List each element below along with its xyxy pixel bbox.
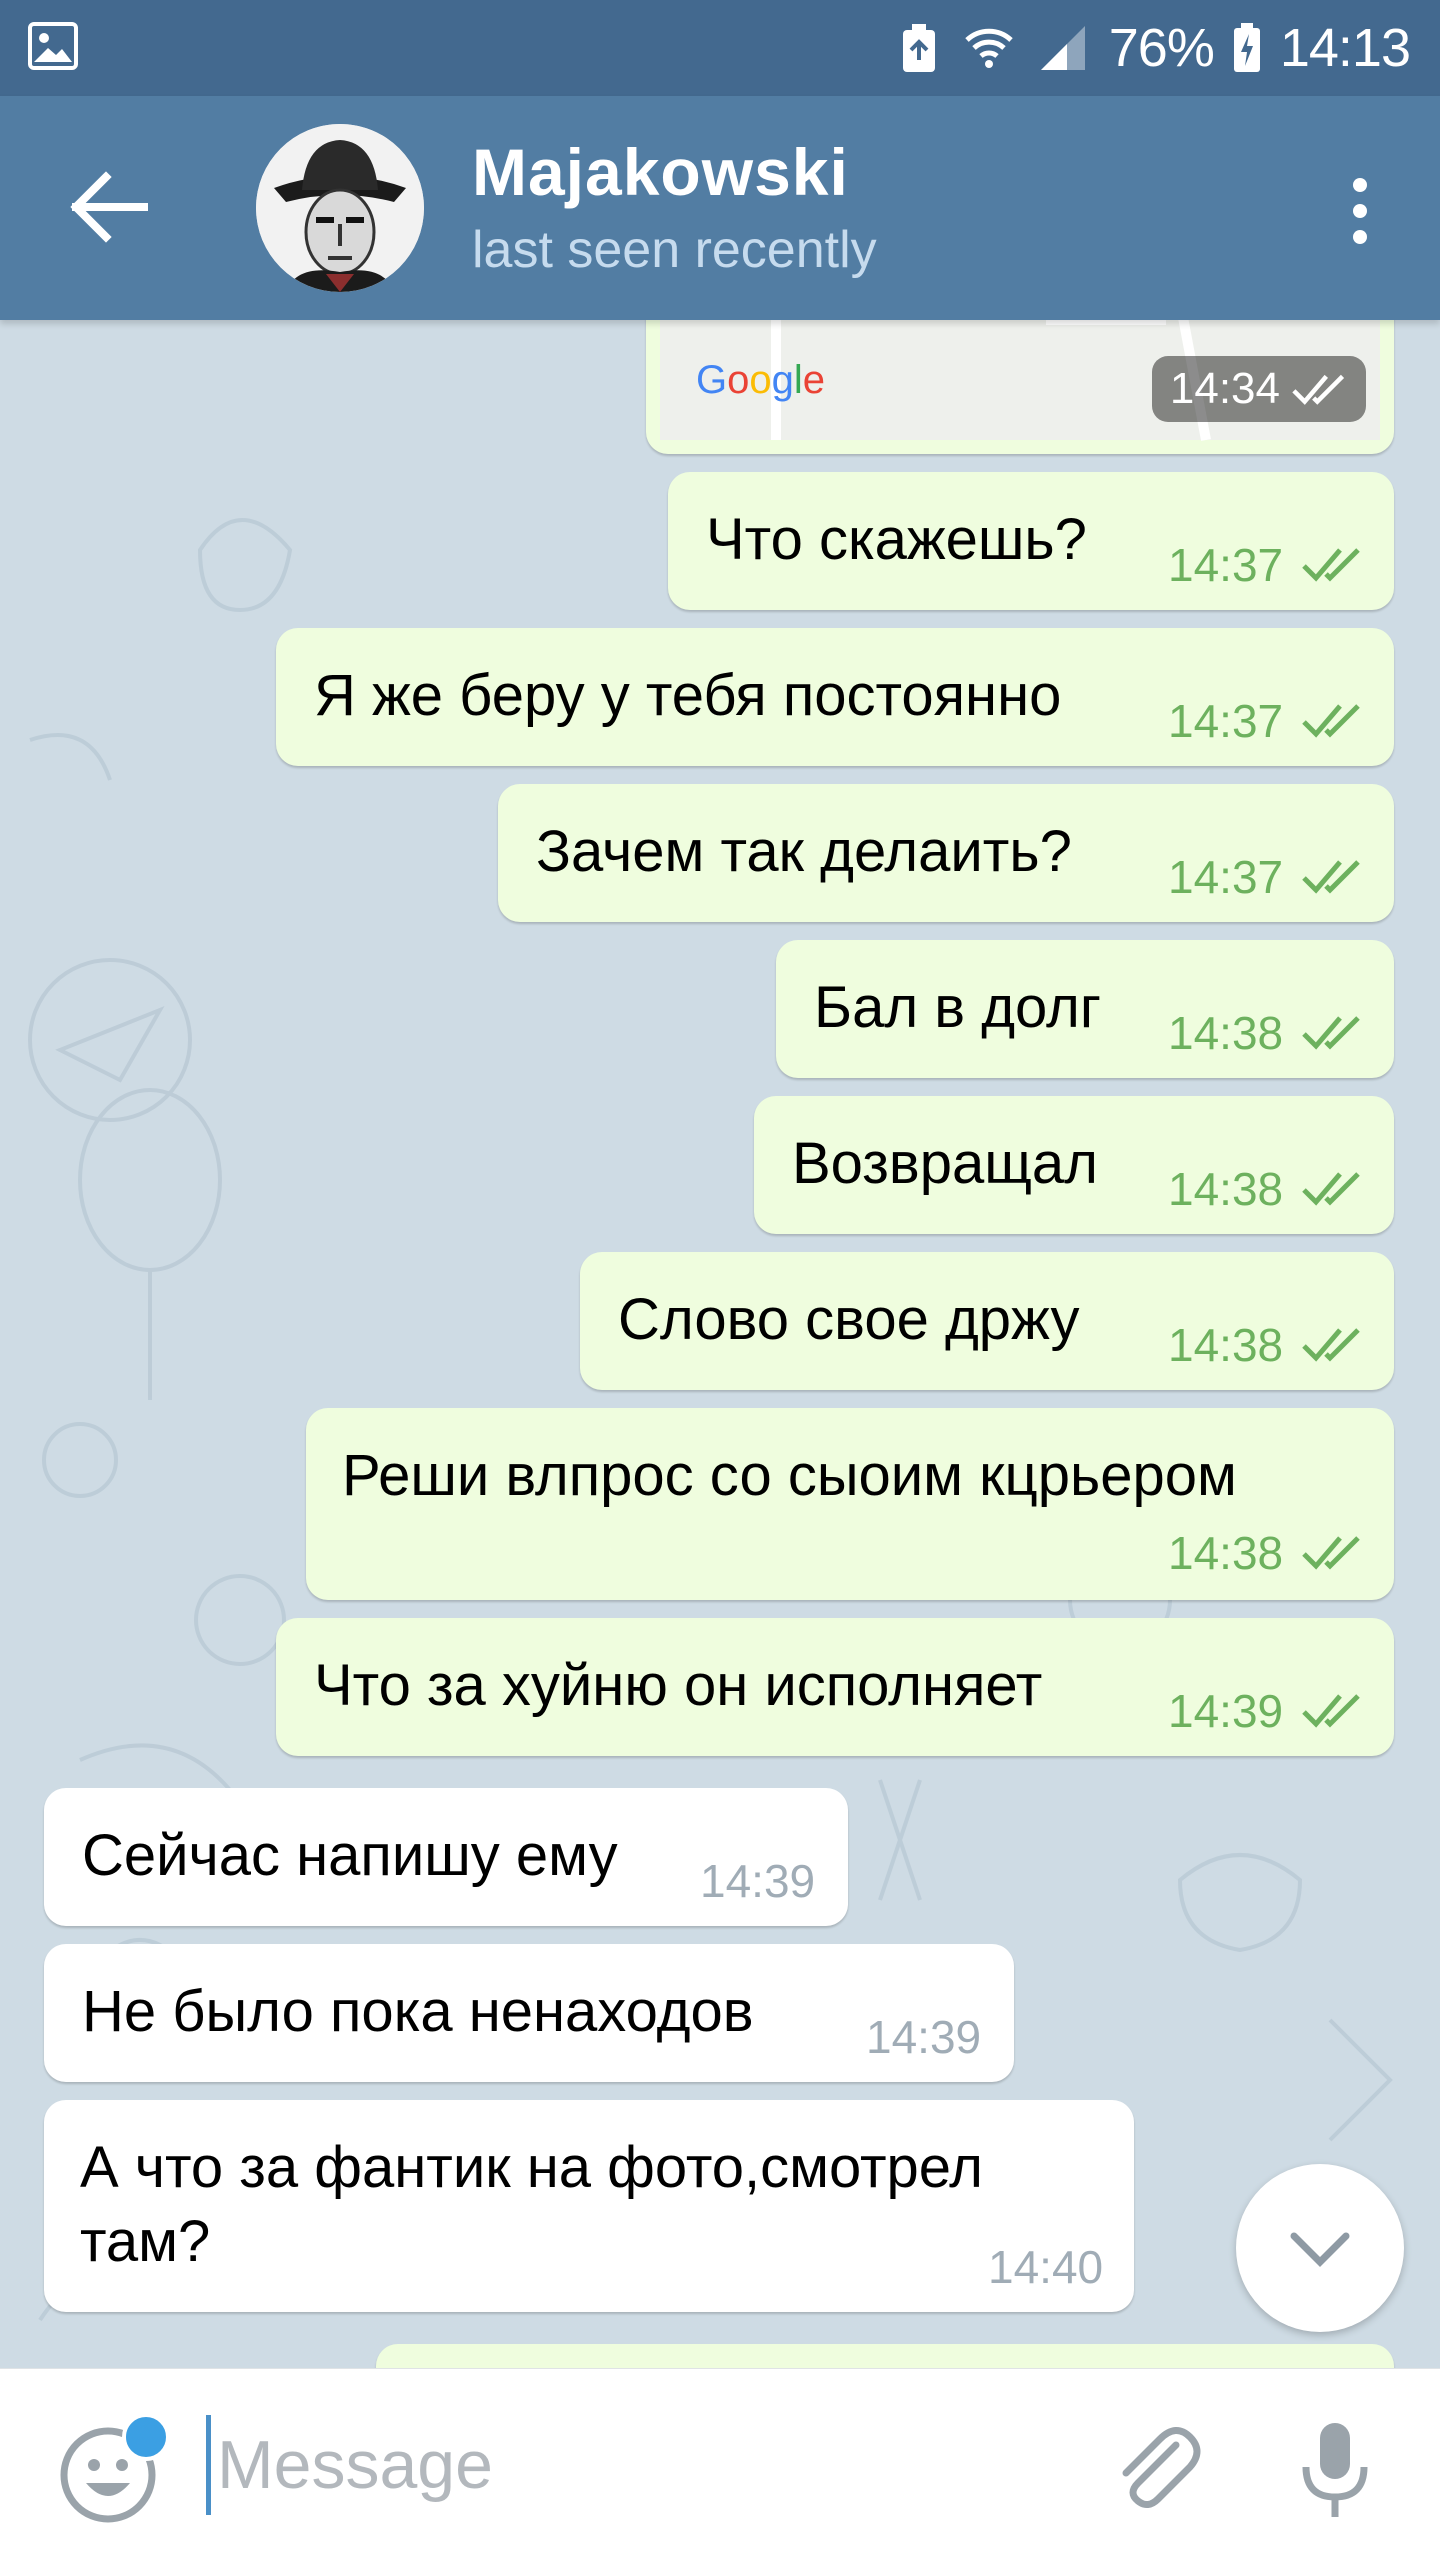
message-time: 14:38 bbox=[1168, 1163, 1284, 1215]
message-text: Я же беру у тебя постоянно bbox=[314, 663, 1062, 728]
signal-icon bbox=[1040, 26, 1085, 70]
paperclip-icon[interactable] bbox=[1106, 2419, 1206, 2519]
message-text-line-2: там? bbox=[80, 2209, 211, 2274]
double-check-icon bbox=[1302, 1328, 1360, 1362]
message-text: Слово свое држу bbox=[618, 1287, 1080, 1352]
double-check-icon bbox=[1292, 374, 1345, 405]
message-text: Не было пока ненаходов bbox=[82, 1979, 754, 2044]
avatar[interactable] bbox=[256, 124, 424, 292]
message-time: 14:39 bbox=[1168, 1685, 1284, 1737]
incoming-message[interactable]: Сейчас напишу ему 14:39 bbox=[44, 1788, 848, 1926]
incoming-message[interactable]: А что за фантик на фото,смотрел там? 14:… bbox=[44, 2100, 1134, 2312]
message-text: Возвращал bbox=[792, 1131, 1099, 1196]
message-time: 14:40 bbox=[988, 2241, 1104, 2293]
message-time: 14:39 bbox=[866, 2011, 982, 2063]
avatar-portrait bbox=[256, 124, 424, 292]
battery-percent: 76% bbox=[1108, 18, 1215, 78]
incoming-message[interactable]: Не было пока ненаходов 14:39 bbox=[44, 1944, 1014, 2082]
message-text: Бал в долг bbox=[814, 975, 1102, 1040]
message-time: 14:39 bbox=[700, 1855, 816, 1907]
message-time: 14:37 bbox=[1168, 851, 1284, 903]
double-check-icon bbox=[1302, 860, 1360, 894]
message-text-line-1: А что за фантик на фото,смотрел bbox=[80, 2135, 983, 2200]
outgoing-message[interactable]: Я же беру у тебя постоянно 14:37 bbox=[276, 628, 1394, 766]
double-check-icon bbox=[1302, 704, 1360, 738]
nfc-battery-icon bbox=[902, 24, 935, 72]
double-check-icon bbox=[1302, 1694, 1360, 1728]
clock: 14:13 bbox=[1279, 18, 1411, 78]
outgoing-message[interactable]: Слово свое држу 14:38 bbox=[580, 1252, 1394, 1390]
status-bar: 76% 14:13 bbox=[0, 0, 1440, 96]
notification-dot bbox=[122, 2413, 170, 2461]
message-text: Реши влпрос со сыоим кцрьером bbox=[342, 1443, 1237, 1508]
message-input[interactable] bbox=[206, 2415, 1077, 2515]
message-text: Зачем так делаить? bbox=[536, 819, 1072, 884]
message-time: 14:37 bbox=[1168, 539, 1284, 591]
outgoing-message[interactable]: Что за хуйню он исполняет 14:39 bbox=[276, 1618, 1394, 1756]
last-seen-status: last seen recently bbox=[472, 221, 877, 279]
message-time: 14:38 bbox=[1168, 1007, 1284, 1059]
message-composer bbox=[0, 2368, 1440, 2561]
back-arrow-icon[interactable] bbox=[62, 162, 158, 252]
outgoing-message[interactable]: Что скажешь? 14:37 bbox=[668, 472, 1394, 610]
scroll-to-bottom-button[interactable] bbox=[1236, 2164, 1404, 2332]
message-time: 14:37 bbox=[1168, 695, 1284, 747]
message-text: Сейчас напишу ему bbox=[82, 1823, 618, 1888]
message-text: Что за хуйню он исполняет bbox=[314, 1653, 1043, 1718]
chat-header: Majakowski last seen recently bbox=[0, 96, 1440, 320]
more-vert-icon[interactable] bbox=[1340, 166, 1380, 256]
outgoing-message[interactable]: Возвращал 14:38 bbox=[754, 1096, 1394, 1234]
double-check-icon bbox=[1302, 1536, 1360, 1570]
outgoing-message[interactable]: Бал в долг 14:38 bbox=[776, 940, 1394, 1078]
message-time-badge: 14:34 bbox=[1151, 356, 1366, 422]
double-check-icon bbox=[1302, 1172, 1360, 1206]
double-check-icon bbox=[1302, 1016, 1360, 1050]
message-time: 14:38 bbox=[1168, 1319, 1284, 1371]
battery-icon bbox=[1233, 23, 1260, 72]
message-time: 14:38 bbox=[1168, 1527, 1284, 1579]
message-time: 14:34 bbox=[1169, 364, 1280, 413]
double-check-icon bbox=[1302, 548, 1360, 582]
chevron-down-icon bbox=[1290, 2232, 1350, 2267]
message-text: Что скажешь? bbox=[706, 507, 1087, 572]
gallery-icon bbox=[28, 22, 78, 70]
outgoing-message[interactable]: Реши влпрос со сыоим кцрьером 14:38 bbox=[306, 1408, 1394, 1600]
outgoing-message-partial[interactable] bbox=[376, 2344, 1394, 2368]
map-location-message[interactable]: Google 14:34 bbox=[646, 320, 1394, 454]
outgoing-message[interactable]: Зачем так делаить? 14:37 bbox=[498, 784, 1394, 922]
microphone-icon[interactable] bbox=[1290, 2415, 1380, 2525]
wifi-icon bbox=[965, 28, 1013, 68]
message-list[interactable]: Google 14:34 Что скажешь? 14:37 Я же бер… bbox=[0, 320, 1440, 2368]
google-logo: Google bbox=[696, 358, 826, 402]
contact-name[interactable]: Majakowski bbox=[472, 134, 849, 210]
